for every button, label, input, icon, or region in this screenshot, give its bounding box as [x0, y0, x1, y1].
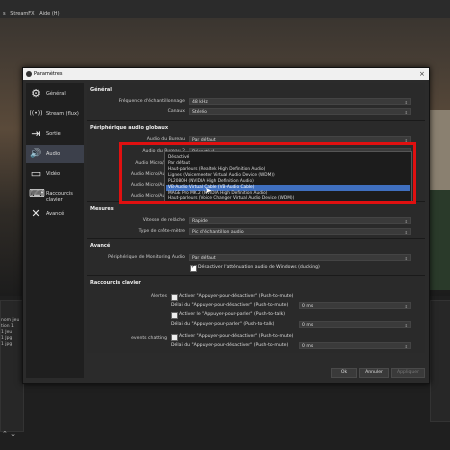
menu-item[interactable]: s [3, 11, 6, 17]
chevron-updown-icon: ⇕ [404, 219, 408, 224]
section-advanced: Avancé Périphérique de Monitoring Audio … [87, 239, 425, 276]
chevron-down-icon[interactable]: ⌄ [10, 430, 16, 438]
peak-meter-label: Type de crête-mètre [138, 229, 185, 234]
sidebar-item-audio[interactable]: 🔊 Audio [26, 145, 84, 163]
dialog-titlebar: Paramètres × [23, 68, 429, 80]
close-button[interactable]: × [419, 70, 425, 78]
decay-rate-select[interactable]: Rapide ⇕ [189, 217, 411, 224]
menu-bar: s StreamFX Aide (H) [0, 0, 450, 18]
apply-button[interactable]: Appliquer [391, 368, 425, 378]
section-meters: Mesures Vitesse de relâche Rapide ⇕ Type … [87, 202, 425, 239]
sidebar-item-label: Avancé [46, 211, 65, 217]
peak-meter-select[interactable]: Pic d'échantillon audio ⇕ [189, 228, 411, 235]
chevron-updown-icon: ⇕ [404, 230, 408, 235]
sidebar-item-advanced[interactable]: ✕ Avancé [26, 205, 84, 223]
mouse-cursor-icon: ➤ [205, 186, 212, 195]
sidebar-item-stream[interactable]: ((•)) Stream (flux) [26, 105, 84, 123]
speaker-icon: 🔊 [30, 149, 42, 159]
section-general: Général Fréquence d'échantillonnage 48 k… [87, 83, 425, 121]
section-title: Avancé [90, 243, 111, 249]
spinner-icon: ⇕ [404, 304, 408, 309]
sidebar-item-label: Stream (flux) [46, 111, 79, 117]
menu-item-help[interactable]: Aide (H) [39, 11, 59, 17]
push-to-talk-checkbox[interactable] [171, 312, 178, 319]
push-to-mute-label: Activer "Appuyer-pour-désactiver" (Push-… [179, 294, 294, 299]
push-to-mute-checkbox[interactable] [171, 334, 178, 341]
channels-label: Canaux [167, 109, 185, 114]
sidebar-item-label: Audio [46, 151, 61, 157]
settings-content: Général Fréquence d'échantillonnage 48 k… [87, 83, 425, 353]
sidebar-item-label: Sortie [46, 131, 61, 137]
ducking-checkbox[interactable] [190, 264, 197, 272]
hotkey-source-label: Alertes [150, 294, 167, 299]
ok-button[interactable]: Ok [331, 368, 357, 378]
preview-background-source [428, 190, 450, 290]
section-title: Périphérique audio globaux [90, 125, 169, 131]
output-icon: ⇥ [31, 127, 41, 140]
section-title: Général [90, 87, 112, 93]
section-title: Mesures [90, 206, 114, 212]
content-scrollbar[interactable] [428, 83, 429, 353]
push-to-mute-delay-label: Délai du "Appuyer-pour-désactiver" (Push… [171, 343, 289, 348]
push-to-mute-delay-label: Délai du "Appuyer-pour-désactiver" (Push… [171, 303, 289, 308]
sample-rate-label: Fréquence d'échantillonnage [118, 99, 185, 104]
cancel-button[interactable]: Annuler [359, 368, 389, 378]
push-to-mute-delay-input[interactable]: 0 ms ⇕ [299, 342, 411, 349]
push-to-mute-checkbox[interactable] [171, 294, 178, 301]
settings-sidebar: ⚙ Général ((•)) Stream (flux) ⇥ Sortie 🔊… [26, 83, 84, 378]
scene-list: nom jeu tion 1 1 Jeu 1 Jpg 1 jpg [1, 318, 19, 348]
sidebar-item-label: Raccourcis clavier [46, 191, 73, 203]
push-to-talk-label: Activer le "Appuyer-pour-parler" (Push-t… [179, 312, 286, 317]
controls-panel [430, 300, 450, 422]
sidebar-item-hotkeys[interactable]: ⌨ Raccourcis clavier [26, 185, 84, 203]
chevron-updown-icon: ⇕ [404, 100, 408, 105]
hotkey-source-label: events chatting [131, 336, 167, 341]
scene-item[interactable]: 1 jpg [1, 342, 19, 348]
monitor-icon: ▭ [30, 167, 42, 180]
push-to-talk-delay-input[interactable]: 0 ms ⇕ [299, 321, 411, 328]
decay-rate-label: Vitesse de relâche [142, 218, 185, 223]
push-to-mute-delay-input[interactable]: 0 ms ⇕ [299, 302, 411, 309]
gear-icon: ⚙ [31, 87, 41, 100]
scene-move-controls: ⌃ ⌄ [2, 430, 16, 438]
broadcast-icon: ((•)) [29, 110, 43, 117]
settings-dialog: Paramètres × ⚙ Général ((•)) Stream (flu… [22, 67, 430, 384]
tools-icon: ✕ [31, 207, 41, 220]
highlight-annotation [119, 142, 416, 204]
sample-rate-select[interactable]: 48 kHz ⇕ [189, 98, 411, 105]
keyboard-icon: ⌨ [29, 187, 45, 200]
channels-select[interactable]: Stéréo ⇕ [189, 108, 411, 115]
spinner-icon: ⇕ [404, 323, 408, 328]
sidebar-item-label: Général [46, 91, 66, 97]
chevron-updown-icon: ⇕ [404, 110, 408, 115]
chevron-updown-icon: ⇕ [404, 256, 408, 261]
section-hotkeys: Raccourcis clavier Alertes Activer "Appu… [87, 276, 425, 353]
dialog-title: Paramètres [34, 71, 63, 77]
spinner-icon: ⇕ [404, 344, 408, 349]
obs-logo-icon [26, 71, 32, 77]
monitoring-device-select[interactable]: Par défaut ⇕ [189, 254, 411, 261]
ducking-label: Désactiver l'atténuation audio de Window… [198, 265, 320, 270]
preview-camera-source [430, 110, 450, 190]
section-title: Raccourcis clavier [90, 280, 141, 286]
push-to-mute-label: Activer "Appuyer-pour-désactiver" (Push-… [179, 334, 294, 339]
sidebar-item-general[interactable]: ⚙ Général [26, 85, 84, 103]
menu-item-streamfx[interactable]: StreamFX [10, 11, 34, 17]
sidebar-item-video[interactable]: ▭ Vidéo [26, 165, 84, 183]
push-to-talk-delay-label: Délai du "Appuyer-pour-parler" (Push-to-… [171, 322, 275, 327]
sidebar-item-label: Vidéo [46, 171, 61, 177]
chevron-up-icon[interactable]: ⌃ [2, 430, 8, 438]
sidebar-item-output[interactable]: ⇥ Sortie [26, 125, 84, 143]
monitoring-device-label: Périphérique de Monitoring Audio [108, 255, 185, 260]
